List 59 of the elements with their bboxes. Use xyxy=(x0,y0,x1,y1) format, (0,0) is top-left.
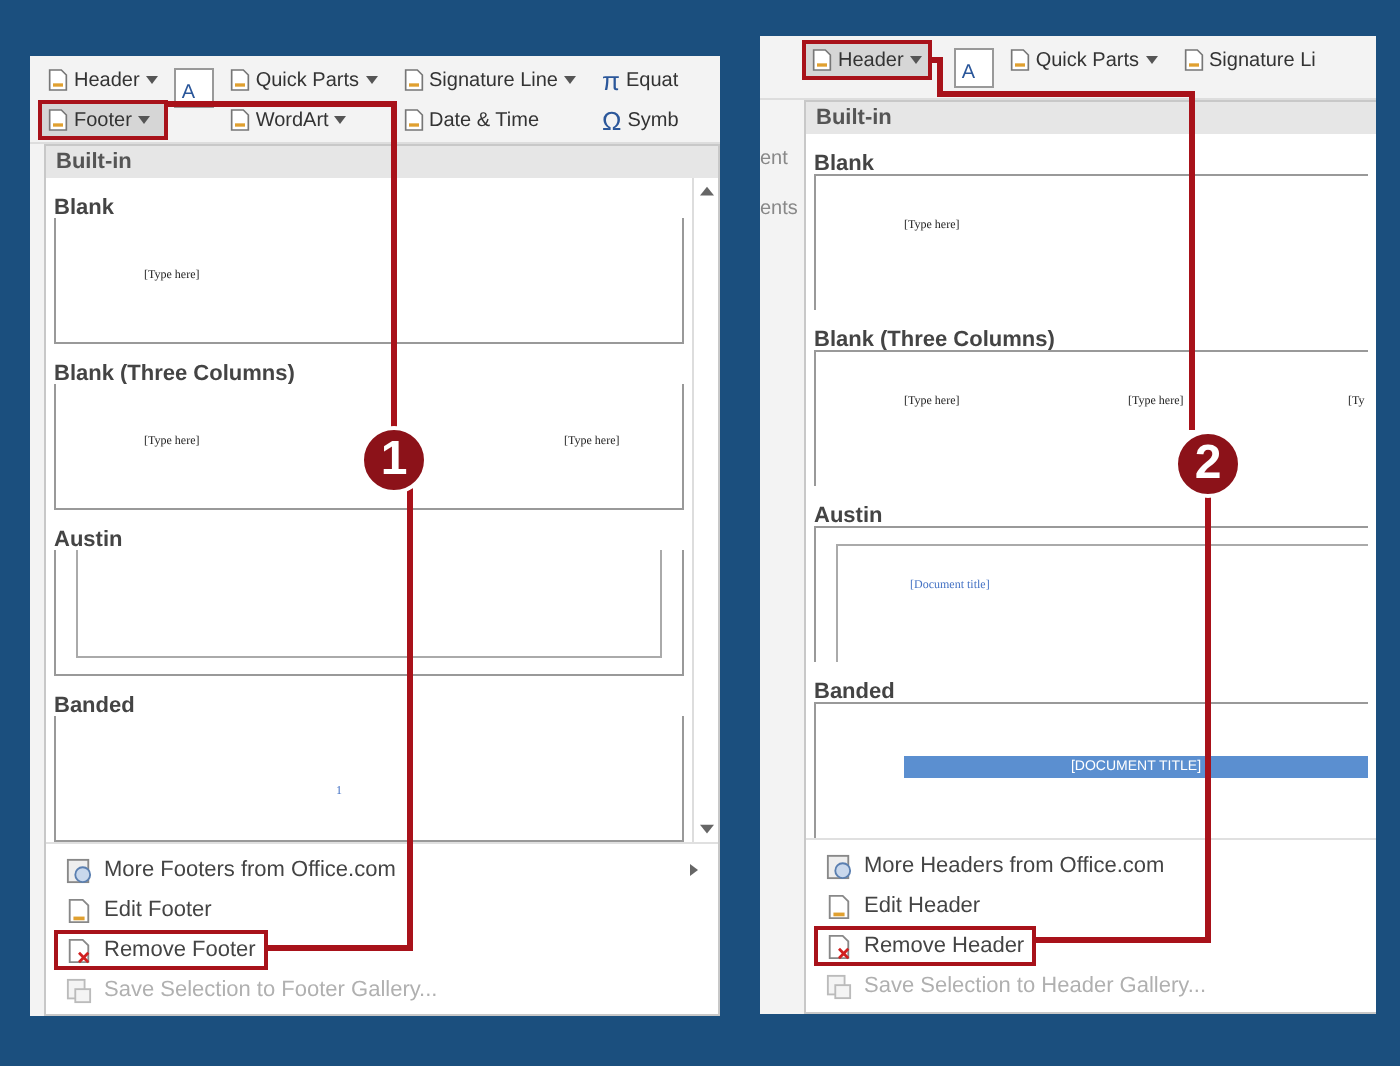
document-icon xyxy=(229,68,250,92)
menu-item[interactable]: More Footers from Office.com xyxy=(54,850,718,890)
ribbon-button[interactable]: Ω Symb xyxy=(592,100,689,140)
document-icon xyxy=(1183,48,1203,72)
gallery-label: Blank (Three Columns) xyxy=(814,328,1055,352)
menu-heading: Built-in xyxy=(806,102,1376,134)
document-icon xyxy=(826,893,852,919)
document-icon xyxy=(812,48,832,72)
document-icon xyxy=(48,108,68,132)
ribbon-button[interactable]: Signature Li xyxy=(1173,40,1326,80)
caret-icon xyxy=(909,56,922,64)
ribbon-button[interactable]: WordArt xyxy=(219,100,387,140)
ribbon-button[interactable]: Header xyxy=(38,60,168,100)
gallery-label: Austin xyxy=(814,504,883,528)
caret-icon xyxy=(137,116,150,124)
document-text: ents xyxy=(760,198,800,220)
caret-icon xyxy=(564,76,576,84)
remove-document-icon xyxy=(66,937,92,963)
ribbon-button[interactable]: Quick Parts xyxy=(219,60,387,100)
menu-item[interactable]: Edit Header xyxy=(814,886,993,926)
globe-document-icon xyxy=(66,857,92,883)
ribbon-button[interactable]: Footer xyxy=(38,100,168,140)
caret-icon xyxy=(365,76,377,84)
document-icon xyxy=(48,68,68,92)
caret-icon xyxy=(1145,56,1157,64)
ribbon-button[interactable]: π Equat xyxy=(592,60,689,100)
menu-item[interactable]: Remove Header xyxy=(814,926,1037,966)
document-text: ent xyxy=(760,148,790,170)
menu-heading: Built-in xyxy=(46,146,718,178)
menu-item[interactable]: Edit Footer xyxy=(54,890,224,930)
submenu-arrow-icon xyxy=(690,864,698,876)
ribbon-button[interactable]: Signature Line xyxy=(393,60,586,100)
scrollbar[interactable] xyxy=(692,178,718,842)
gallery-label: Blank xyxy=(814,152,874,176)
caret-icon xyxy=(334,116,347,124)
ribbon-button[interactable]: Quick Parts xyxy=(999,40,1167,80)
ribbon-button[interactable]: Header xyxy=(802,40,932,80)
gallery-label: Blank (Three Columns) xyxy=(54,362,295,386)
globe-document-icon xyxy=(826,853,852,879)
save-gallery-icon xyxy=(826,973,852,999)
ribbon-button[interactable]: Date & Time xyxy=(393,100,586,140)
menu-item[interactable]: More Headers from Office.com xyxy=(814,846,1376,886)
menu-item[interactable]: Remove Footer xyxy=(54,930,268,970)
gallery-label: Banded xyxy=(54,694,135,718)
document-icon xyxy=(403,68,423,92)
scroll-up-icon[interactable] xyxy=(699,186,713,196)
document-icon xyxy=(403,108,423,132)
text-box-icon[interactable]: A xyxy=(953,48,994,88)
template-preview[interactable] xyxy=(54,550,684,676)
save-gallery-icon xyxy=(66,977,92,1003)
remove-document-icon xyxy=(826,933,852,959)
gallery-label: Blank xyxy=(54,196,114,220)
document-icon xyxy=(229,108,250,132)
caret-icon xyxy=(145,76,158,84)
document-icon xyxy=(1009,48,1030,72)
document-icon xyxy=(66,897,92,923)
scroll-down-icon[interactable] xyxy=(699,824,713,834)
gallery-label: Banded xyxy=(814,680,895,704)
gallery-label: Austin xyxy=(54,528,123,552)
